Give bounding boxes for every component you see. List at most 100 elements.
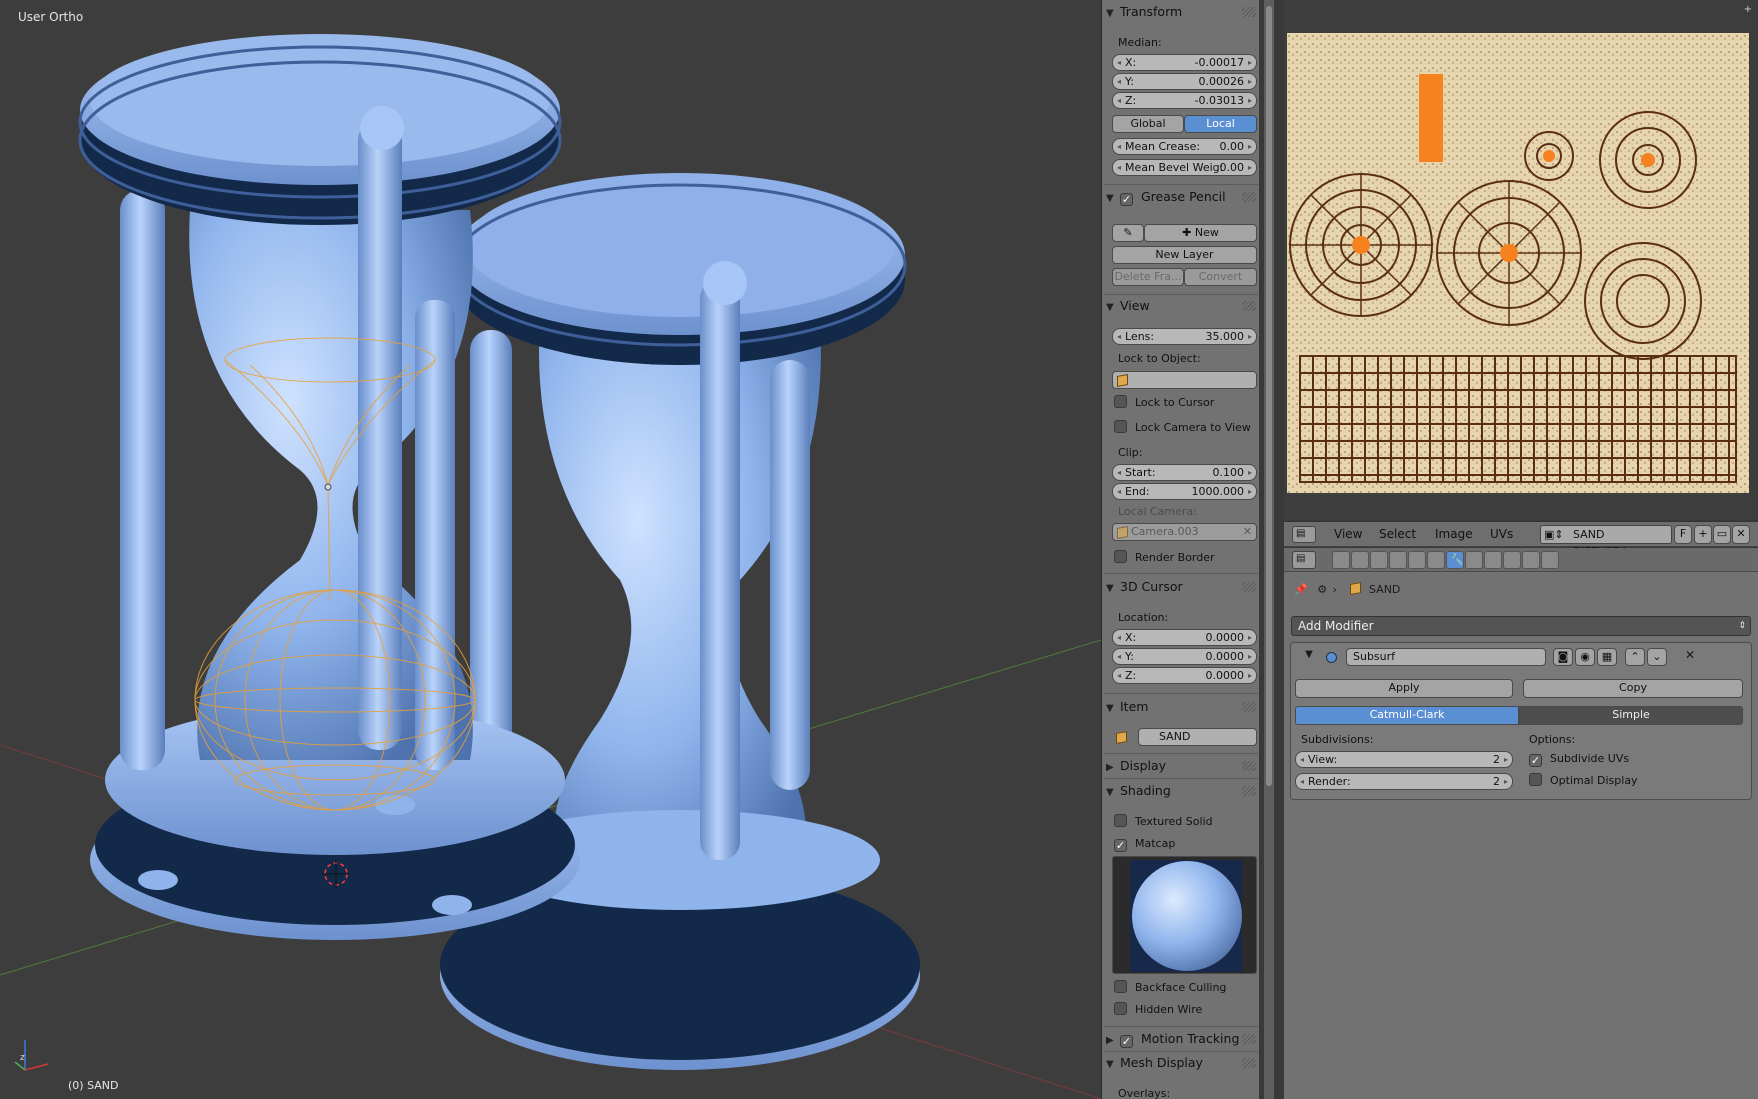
checkbox[interactable] [1529, 773, 1542, 786]
fake-user-button[interactable]: F [1674, 525, 1692, 544]
image-editor[interactable]: + [1284, 0, 1758, 520]
matcap-option[interactable]: ✓ Matcap [1114, 836, 1175, 852]
checkbox[interactable] [1114, 395, 1127, 408]
median-x-field[interactable]: ◂ X: -0.00017 ▸ [1112, 54, 1257, 71]
show-viewport-toggle[interactable]: ◉ [1575, 648, 1595, 666]
render-subdivisions-field[interactable]: ◂ Render: 2 ▸ [1295, 773, 1513, 790]
tab-texture[interactable] [1503, 551, 1521, 569]
catmull-clark-toggle[interactable]: Catmull-Clark [1295, 706, 1519, 725]
checkbox[interactable] [1114, 420, 1127, 433]
3d-cursor-panel-header[interactable]: ▼ 3D Cursor [1106, 577, 1258, 597]
convert-button[interactable]: Convert [1184, 268, 1257, 286]
tab-scene[interactable] [1370, 551, 1388, 569]
cursor-y-field[interactable]: ◂ Y: 0.0000 ▸ [1112, 648, 1257, 665]
move-down-button[interactable]: ⌄ [1647, 648, 1667, 666]
clip-start-field[interactable]: ◂ Start: 0.100 ▸ [1112, 464, 1257, 481]
shading-panel-header[interactable]: ▼ Shading [1106, 781, 1258, 801]
mesh-display-panel-header[interactable]: ▼ Mesh Display [1106, 1053, 1258, 1073]
unlink-image-button[interactable]: ✕ [1732, 525, 1750, 544]
tab-render-layers[interactable] [1351, 551, 1369, 569]
properties-shelf-scrollbar[interactable] [1264, 0, 1274, 1099]
render-border-option[interactable]: Render Border [1114, 550, 1215, 566]
tab-particles[interactable] [1522, 551, 1540, 569]
modifier-name-field[interactable]: Subsurf [1346, 648, 1546, 666]
global-toggle[interactable]: Global [1112, 115, 1184, 133]
item-name-field[interactable]: SAND [1138, 728, 1257, 746]
image-browse-icon[interactable]: ▣⇕ [1544, 526, 1564, 543]
tab-constraints[interactable] [1427, 551, 1445, 569]
local-toggle[interactable]: Local [1184, 115, 1257, 133]
mean-bevel-field[interactable]: ◂ Mean Bevel Weig: 0.00 ▸ [1112, 159, 1257, 176]
mean-crease-field[interactable]: ◂ Mean Crease: 0.00 ▸ [1112, 138, 1257, 155]
median-z-field[interactable]: ◂ Z: -0.03013 ▸ [1112, 92, 1257, 109]
view-panel-header[interactable]: ▼ View [1106, 296, 1258, 316]
editor-type-button[interactable]: ▤ [1292, 526, 1316, 543]
checkbox[interactable] [1114, 814, 1127, 827]
tab-world[interactable] [1389, 551, 1407, 569]
transform-panel-header[interactable]: ▼ Transform [1106, 2, 1258, 22]
move-up-button[interactable]: ⌃ [1625, 648, 1645, 666]
item-panel-header[interactable]: ▼ Item [1106, 697, 1258, 717]
apply-button[interactable]: Apply [1295, 679, 1513, 698]
motion-tracking-panel-header[interactable]: ▶ ✓ Motion Tracking [1106, 1029, 1258, 1049]
tab-object[interactable] [1408, 551, 1426, 569]
display-panel-header[interactable]: ▶ Display [1106, 756, 1258, 776]
matcap-ball [1132, 861, 1242, 971]
grease-pencil-panel-header[interactable]: ▼ ✓ Grease Pencil [1106, 187, 1258, 207]
collapse-toggle[interactable]: ▼ [1301, 649, 1317, 665]
tab-physics[interactable] [1541, 551, 1559, 569]
view-subdivisions-field[interactable]: ◂ View: 2 ▸ [1295, 751, 1513, 768]
cursor-z-field[interactable]: ◂ Z: 0.0000 ▸ [1112, 667, 1257, 684]
lock-camera-option[interactable]: Lock Camera to View [1114, 420, 1251, 436]
local-camera-field[interactable]: Camera.003 ✕ [1112, 523, 1257, 541]
clear-icon[interactable]: ✕ [1243, 524, 1252, 540]
checkbox[interactable] [1114, 980, 1127, 993]
lens-field[interactable]: ◂ Lens: 35.000 ▸ [1112, 328, 1257, 345]
show-editmode-toggle[interactable]: ▦ [1597, 648, 1617, 666]
copy-button[interactable]: Copy [1523, 679, 1743, 698]
scrollbar-thumb[interactable] [1266, 6, 1272, 786]
checkbox[interactable]: ✓ [1529, 754, 1542, 767]
pencil-icon-button[interactable]: ✎ [1112, 224, 1144, 242]
tab-material[interactable] [1484, 551, 1502, 569]
new-image-button[interactable]: + [1694, 525, 1712, 544]
menu-uvs[interactable]: UVs [1490, 527, 1513, 541]
grease-pencil-checkbox[interactable]: ✓ [1120, 193, 1133, 206]
motion-tracking-checkbox[interactable]: ✓ [1120, 1035, 1133, 1048]
editor-type-button[interactable]: ▤ [1292, 551, 1316, 569]
tab-data[interactable] [1465, 551, 1483, 569]
menu-select[interactable]: Select [1379, 527, 1416, 541]
lock-to-cursor-option[interactable]: Lock to Cursor [1114, 395, 1214, 411]
checkbox[interactable]: ✓ [1114, 839, 1127, 852]
lock-object-field[interactable] [1112, 371, 1257, 389]
editor-corner-widget[interactable]: + [1744, 4, 1752, 15]
image-name-field[interactable]: ▣⇕ SAND DIFFUSE.jpg [1540, 525, 1672, 558]
hidden-wire-option[interactable]: Hidden Wire [1114, 1002, 1202, 1018]
new-layer-button[interactable]: New Layer [1112, 246, 1257, 264]
3d-viewport[interactable]: z User Ortho (0) SAND [0, 0, 1101, 1099]
uv-texture-canvas[interactable] [1287, 33, 1749, 493]
clip-end-field[interactable]: ◂ End: 1000.000 ▸ [1112, 483, 1257, 500]
open-image-button[interactable]: ▭ [1713, 525, 1731, 544]
tab-render[interactable] [1332, 551, 1350, 569]
cursor-x-field[interactable]: ◂ X: 0.0000 ▸ [1112, 629, 1257, 646]
menu-image[interactable]: Image [1435, 527, 1473, 541]
show-render-toggle[interactable]: ◙ [1553, 648, 1573, 666]
new-grease-pencil-button[interactable]: ✚ New [1144, 224, 1257, 242]
median-label: Median: [1118, 36, 1162, 49]
median-y-field[interactable]: ◂ Y: 0.00026 ▸ [1112, 73, 1257, 90]
add-modifier-dropdown[interactable]: Add Modifier ⇕ [1291, 616, 1751, 636]
checkbox[interactable] [1114, 1002, 1127, 1015]
delete-frame-button[interactable]: Delete Fra... [1112, 268, 1184, 286]
simple-toggle[interactable]: Simple [1519, 706, 1743, 725]
subdivide-uvs-option[interactable]: ✓ Subdivide UVs [1529, 751, 1629, 767]
backface-culling-option[interactable]: Backface Culling [1114, 980, 1226, 996]
textured-solid-option[interactable]: Textured Solid [1114, 814, 1213, 830]
menu-view[interactable]: View [1334, 527, 1362, 541]
tab-modifiers[interactable]: 🔧 [1446, 551, 1464, 569]
optimal-display-option[interactable]: Optimal Display [1529, 773, 1638, 789]
remove-modifier-button[interactable]: ✕ [1681, 648, 1699, 666]
checkbox[interactable] [1114, 550, 1127, 563]
pin-icon[interactable]: 📌 [1294, 583, 1308, 596]
matcap-preview[interactable] [1112, 856, 1257, 974]
